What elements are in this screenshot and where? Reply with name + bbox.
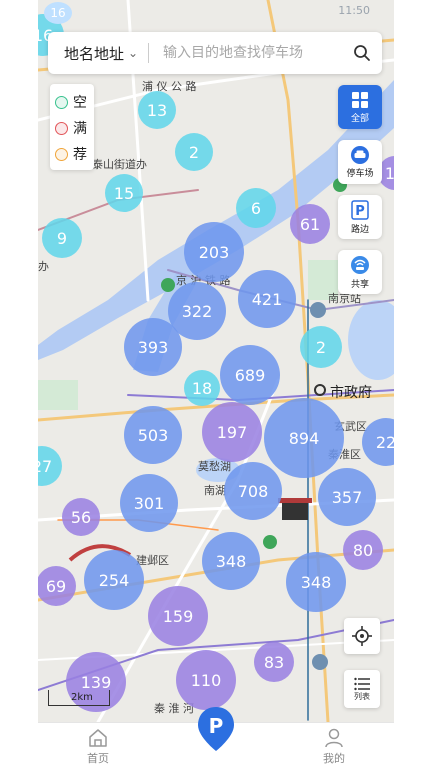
search-icon[interactable] <box>342 32 382 74</box>
map-label-ban: 办 <box>38 260 49 273</box>
cluster-marker[interactable]: 393 <box>124 318 182 376</box>
cluster-marker[interactable]: 9 <box>42 218 82 258</box>
home-icon <box>89 729 107 747</box>
tab-mine-label: 我的 <box>323 752 345 765</box>
app-screen: 浦 仪 公 路 泰山街道办 办 京 沪 铁 路 南京站 市政府 玄武区 秦淮区 … <box>0 0 432 768</box>
cluster-marker[interactable]: 15 <box>105 174 143 212</box>
map-scale: 2km <box>48 690 110 706</box>
legend-dot-full <box>55 121 68 135</box>
bottom-tab-bar: 首页 P 我的 <box>38 707 394 768</box>
cluster-marker[interactable]: 348 <box>202 532 260 590</box>
list-button[interactable]: 列表 <box>344 670 380 708</box>
map-label-nanhu: 南湖 <box>204 484 226 497</box>
legend-label: 空 <box>73 95 87 111</box>
cluster-marker[interactable]: 56 <box>62 498 100 536</box>
status-time: 11:50 <box>338 4 370 17</box>
cluster-marker[interactable]: 18 <box>184 370 220 406</box>
cluster-marker[interactable]: 503 <box>124 406 182 464</box>
parking-pin-icon: P <box>198 707 234 751</box>
cluster-marker[interactable]: 421 <box>238 270 296 328</box>
legend-item-full: 满 <box>55 115 94 141</box>
tab-mine[interactable]: 我的 <box>314 723 354 768</box>
legend-item-empty: 空 <box>55 89 94 115</box>
parking-p-icon: P <box>351 199 369 220</box>
tab-home-label: 首页 <box>87 752 109 765</box>
locate-button[interactable] <box>344 618 380 654</box>
status-bar: 16 11:50 <box>38 0 394 24</box>
chevron-down-icon: ⌄ <box>128 46 139 60</box>
cluster-marker[interactable]: 159 <box>148 586 208 646</box>
list-label: 列表 <box>354 691 370 701</box>
filter-roadside-label: 路边 <box>350 224 369 235</box>
cluster-marker[interactable]: 348 <box>286 552 346 612</box>
map-legend: 空 满 荐 <box>50 84 94 170</box>
grid-icon <box>352 91 368 108</box>
cluster-marker[interactable]: 80 <box>343 530 383 570</box>
cluster-marker[interactable]: 357 <box>318 468 376 526</box>
tab-home[interactable]: 首页 <box>78 723 118 768</box>
cluster-marker[interactable]: 83 <box>254 642 294 682</box>
cluster-marker[interactable]: 6 <box>236 188 276 228</box>
place-type-select[interactable]: 地名地址 ⌄ <box>48 32 148 74</box>
filter-roadside-button[interactable]: P 路边 <box>338 195 382 239</box>
filter-all-label: 全部 <box>350 113 369 124</box>
destination-search-input[interactable] <box>149 32 342 74</box>
list-icon <box>354 677 370 690</box>
legend-dot-empty <box>55 95 68 109</box>
svg-text:P: P <box>209 714 224 738</box>
cluster-marker[interactable]: 110 <box>176 650 236 710</box>
cluster-marker[interactable]: 13 <box>138 91 176 129</box>
map-label-jianye: 建邺区 <box>136 554 169 567</box>
tab-parking[interactable]: P <box>194 705 238 761</box>
cluster-marker[interactable]: 2 <box>175 133 213 171</box>
filter-parking-label: 停车场 <box>346 168 374 179</box>
legend-label: 满 <box>73 121 87 137</box>
cluster-marker[interactable]: 894 <box>264 398 344 478</box>
status-notification-badge: 16 <box>44 2 72 24</box>
cluster-marker[interactable]: 2 <box>300 326 342 368</box>
crosshair-icon <box>352 626 372 646</box>
cluster-marker[interactable]: 689 <box>220 345 280 405</box>
map-label-taishan: 泰山街道办 <box>92 158 147 171</box>
cluster-marker[interactable]: 708 <box>224 462 282 520</box>
cluster-marker[interactable]: 197 <box>202 402 262 462</box>
filter-parking-lot-button[interactable]: 停车场 <box>338 140 382 184</box>
legend-dot-recommended <box>55 147 68 161</box>
cluster-marker[interactable]: 254 <box>84 550 144 610</box>
search-bar: 地名地址 ⌄ <box>48 32 382 74</box>
scale-label: 2km <box>71 692 93 703</box>
cluster-marker[interactable]: 203 <box>184 222 244 282</box>
cluster-marker[interactable]: 61 <box>290 204 330 244</box>
map-label-city-gov: 市政府 <box>330 385 372 401</box>
cluster-marker[interactable]: 301 <box>120 474 178 532</box>
filter-shared-label: 共享 <box>350 279 369 290</box>
car-icon <box>351 145 369 164</box>
shared-signal-icon <box>351 255 369 274</box>
legend-label: 荐 <box>73 147 87 163</box>
user-icon <box>325 728 343 748</box>
svg-text:P: P <box>355 204 365 219</box>
place-type-label: 地名地址 <box>64 44 125 63</box>
filter-shared-button[interactable]: 共享 <box>338 250 382 294</box>
legend-item-recommended: 荐 <box>55 141 94 167</box>
filter-all-button[interactable]: 全部 <box>338 85 382 129</box>
